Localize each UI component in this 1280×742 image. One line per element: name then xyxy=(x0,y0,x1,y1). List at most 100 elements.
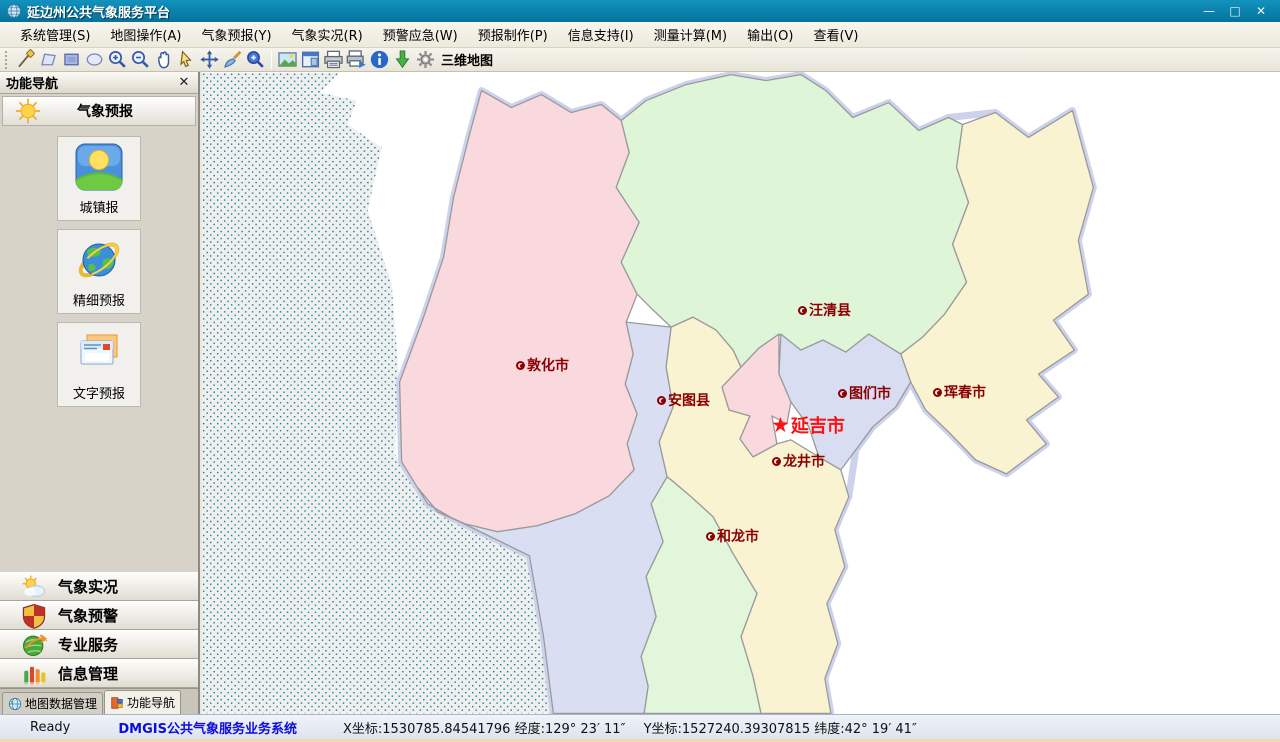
button-town-forecast[interactable]: 城镇报 xyxy=(57,136,141,221)
ellipse-tool-icon[interactable] xyxy=(83,49,106,70)
fine-forecast-icon xyxy=(75,236,123,284)
button-label: 精细预报 xyxy=(73,290,125,309)
button-fine-forecast[interactable]: 精细预报 xyxy=(57,229,141,314)
menu-item-4[interactable]: 预警应急(W) xyxy=(373,22,468,47)
sidebar-tab-bar: 地图数据管理 功能导航 xyxy=(0,688,198,714)
status-system-name: DMGIS公共气象服务业务系统 xyxy=(118,718,297,737)
category-weather-live[interactable]: 气象实况 xyxy=(0,572,198,601)
menu-item-3[interactable]: 气象实况(R) xyxy=(282,22,373,47)
select-tool-icon[interactable] xyxy=(175,49,198,70)
minimize-button[interactable]: — xyxy=(1196,3,1222,19)
region-wangqing[interactable] xyxy=(616,75,968,367)
panel-window-tool-icon[interactable] xyxy=(299,49,322,70)
city-marker-icon xyxy=(516,361,525,370)
city-marker-icon xyxy=(772,457,781,466)
panel-header: 功能导航 ✕ xyxy=(0,72,198,94)
map-3d-label[interactable]: 三维地图 xyxy=(441,50,493,69)
info-tool-icon[interactable] xyxy=(368,49,391,70)
settings-gear-tool-icon[interactable] xyxy=(414,49,437,70)
map-label-text: 延吉市 xyxy=(791,412,845,438)
category-warning-shield[interactable]: 气象预警 xyxy=(0,601,198,630)
move-tool-icon[interactable] xyxy=(198,49,221,70)
warning-shield-icon xyxy=(20,603,48,629)
title-bar: 延边州公共气象服务平台 — □ ✕ xyxy=(0,0,1280,22)
tab-globe-small[interactable]: 地图数据管理 xyxy=(2,692,103,714)
sun-icon xyxy=(15,98,41,124)
close-button[interactable]: ✕ xyxy=(1248,3,1274,19)
menu-item-6[interactable]: 信息支持(I) xyxy=(558,22,644,47)
zoom-out-tool-icon[interactable] xyxy=(129,49,152,70)
map-label-text: 珲春市 xyxy=(944,382,986,402)
zoom-extent-tool-icon[interactable] xyxy=(244,49,267,70)
base-map xyxy=(202,72,1280,714)
status-ready: Ready xyxy=(30,720,70,735)
nav-window-icon xyxy=(110,696,124,710)
toolbar-grip[interactable] xyxy=(5,51,10,69)
map-label-city[interactable]: 和龙市 xyxy=(706,526,759,546)
zoom-in-tool-icon[interactable] xyxy=(106,49,129,70)
menu-item-1[interactable]: 地图操作(A) xyxy=(100,22,191,47)
maximize-button[interactable]: □ xyxy=(1222,3,1248,19)
city-marker-icon xyxy=(933,388,942,397)
panel-close-icon[interactable]: ✕ xyxy=(176,75,192,90)
category-label: 信息管理 xyxy=(58,663,118,684)
app-window: 延边州公共气象服务平台 — □ ✕ 系统管理(S)地图操作(A)气象预报(Y)气… xyxy=(0,0,1280,742)
map-label-city[interactable]: 安图县 xyxy=(657,390,710,410)
map-label-text: 汪清县 xyxy=(809,300,851,320)
pro-service-icon xyxy=(20,632,48,658)
category-info-manage[interactable]: 信息管理 xyxy=(0,659,198,688)
forecast-button-area: 城镇报精细预报文字预报 xyxy=(0,128,198,572)
download-arrow-tool-icon[interactable] xyxy=(391,49,414,70)
category-pro-service[interactable]: 专业服务 xyxy=(0,630,198,659)
menu-item-2[interactable]: 气象预报(Y) xyxy=(191,22,281,47)
print-tool-icon[interactable] xyxy=(322,49,345,70)
text-forecast-icon xyxy=(75,329,123,377)
star-marker-icon: ★ xyxy=(771,416,790,434)
map-label-text: 敦化市 xyxy=(527,355,569,375)
map-label-city[interactable]: 图们市 xyxy=(838,383,891,403)
export-image-tool-icon[interactable] xyxy=(276,49,299,70)
map-label-text: 和龙市 xyxy=(717,526,759,546)
city-marker-icon xyxy=(706,532,715,541)
brush-tool-icon[interactable] xyxy=(221,49,244,70)
map-label-capital[interactable]: ★延吉市 xyxy=(771,412,845,438)
tab-label: 功能导航 xyxy=(127,694,175,711)
tab-nav-window[interactable]: 功能导航 xyxy=(104,690,181,714)
category-label: 气象预警 xyxy=(58,605,118,626)
line-tool-icon[interactable] xyxy=(14,49,37,70)
map-label-city[interactable]: 龙井市 xyxy=(772,451,825,471)
menu-item-0[interactable]: 系统管理(S) xyxy=(10,22,100,47)
map-label-city[interactable]: 敦化市 xyxy=(516,355,569,375)
menu-item-8[interactable]: 输出(O) xyxy=(737,22,803,47)
panel-title: 功能导航 xyxy=(6,73,58,92)
category-label: 专业服务 xyxy=(58,634,118,655)
menu-item-7[interactable]: 测量计算(M) xyxy=(644,22,737,47)
window-title: 延边州公共气象服务平台 xyxy=(27,2,170,21)
menu-item-9[interactable]: 查看(V) xyxy=(803,22,868,47)
map-view[interactable]: 汪清县敦化市安图县 图们市 珲春市 ★延吉市龙井市和龙市 xyxy=(202,72,1280,714)
pan-tool-icon[interactable] xyxy=(152,49,175,70)
map-label-text: 安图县 xyxy=(668,390,710,410)
polygon-tool-icon[interactable] xyxy=(37,49,60,70)
map-label-city[interactable]: 汪清县 xyxy=(798,300,851,320)
map-label-text: 龙井市 xyxy=(783,451,825,471)
group-weather-forecast[interactable]: 气象预报 xyxy=(2,96,196,126)
city-marker-icon xyxy=(838,389,847,398)
status-bar: Ready DMGIS公共气象服务业务系统 X坐标:1530785.845417… xyxy=(0,714,1280,742)
rectangle-tool-icon[interactable] xyxy=(60,49,83,70)
map-label-city[interactable]: 珲春市 xyxy=(933,382,986,402)
toolbar: 三维地图 xyxy=(0,48,1280,72)
status-coordinates: X坐标:1530785.84541796 经度:129° 23′ 11″ Y坐标… xyxy=(343,718,931,737)
region-dunhua[interactable] xyxy=(400,91,640,532)
weather-live-icon xyxy=(20,574,48,600)
category-label: 气象实况 xyxy=(58,576,118,597)
button-text-forecast[interactable]: 文字预报 xyxy=(57,322,141,407)
main-area: 功能导航 ✕ 气象预报 城镇报精细预报文字预报 气象实况气象预警专业服务信息管 xyxy=(0,72,1280,714)
city-marker-icon xyxy=(798,306,807,315)
function-nav-panel: 功能导航 ✕ 气象预报 城镇报精细预报文字预报 气象实况气象预警专业服务信息管 xyxy=(0,72,200,714)
menu-item-5[interactable]: 预报制作(P) xyxy=(468,22,558,47)
city-marker-icon xyxy=(657,396,666,405)
print-color-tool-icon[interactable] xyxy=(345,49,368,70)
button-label: 城镇报 xyxy=(79,197,118,216)
globe-small-icon xyxy=(8,697,22,711)
